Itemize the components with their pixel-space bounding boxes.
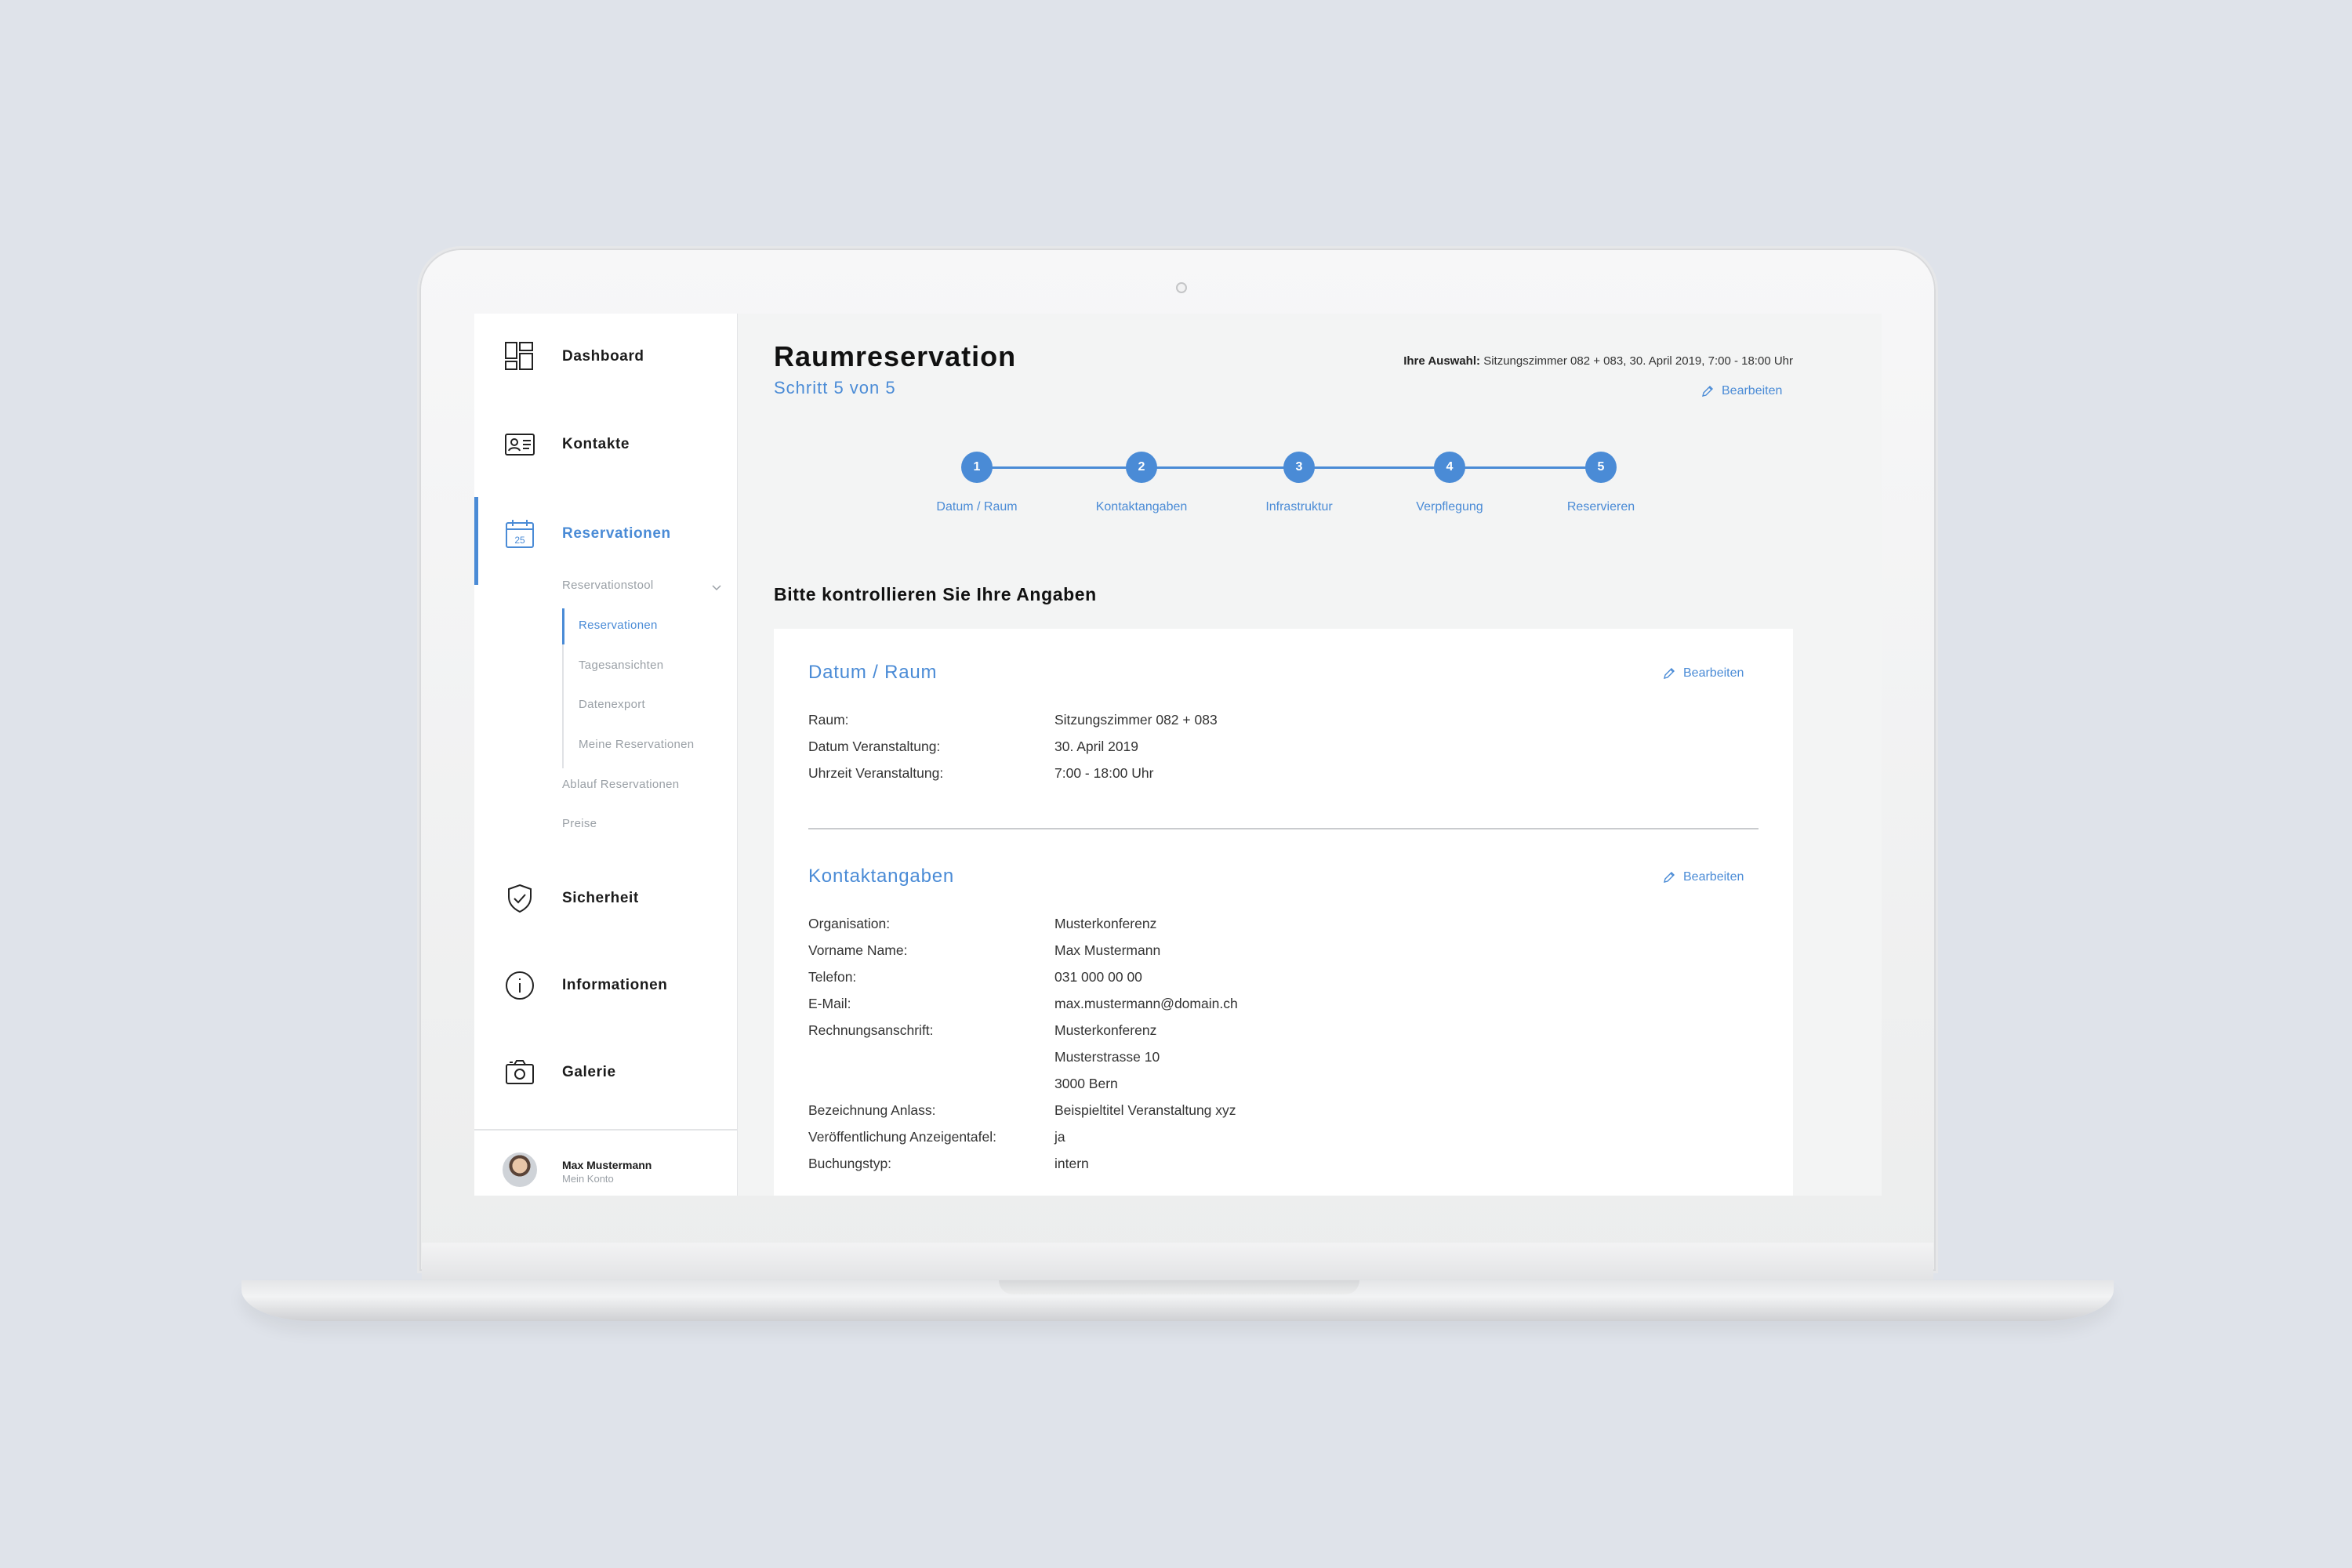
field-value: 031 000 00 00 [1054,969,1142,985]
sidebar-item-label: Galerie [562,1064,616,1080]
field-label: Raum: [808,712,849,728]
submenu-item-datenexport[interactable]: Datenexport [579,698,645,711]
step-2-label[interactable]: Kontaktangaben [1063,500,1220,514]
submenu-active-indicator [562,608,564,644]
section-title-datum-raum: Datum / Raum [808,662,938,683]
field-label: Rechnungsanschrift: [808,1022,934,1038]
field-label: Veröffentlichung Anzeigentafel: [808,1129,997,1145]
user-account-link[interactable]: Mein Konto [562,1173,614,1185]
field-value: 7:00 - 18:00 Uhr [1054,765,1154,781]
pencil-icon [1702,386,1713,397]
sidebar-item-label: Sicherheit [562,890,639,906]
shield-icon [508,884,532,913]
sidebar-item-label: Reservationen [562,525,671,542]
laptop-base [241,1280,2114,1321]
field-value: ja [1054,1129,1065,1145]
submenu-item-ablauf-reservationen[interactable]: Ablauf Reservationen [562,778,679,791]
app-screen: Dashboard Kontakte 25 Reservationen Rese… [474,314,1882,1196]
submenu-item-reservationen[interactable]: Reservationen [579,619,658,632]
field-label: Datum Veranstaltung: [808,739,941,754]
field-value: Max Mustermann [1054,942,1161,958]
laptop-notch [999,1280,1359,1294]
review-card: Datum / Raum Bearbeiten Raum: Sitzungszi… [774,629,1793,1196]
step-5-dot[interactable]: 5 [1585,452,1617,483]
field-value: Musterkonferenz [1054,1022,1157,1038]
sidebar-item-label: Informationen [562,977,668,993]
user-name: Max Mustermann [562,1159,652,1171]
edit-label: Bearbeiten [1683,870,1744,884]
field-value: Beispieltitel Veranstaltung xyz [1054,1102,1236,1118]
edit-datum-raum-link[interactable]: Bearbeiten [1663,666,1744,681]
field-label: Telefon: [808,969,857,985]
sidebar-item-sicherheit[interactable]: Sicherheit [474,871,738,926]
field-label: Bezeichnung Anlass: [808,1102,936,1118]
edit-selection-link[interactable]: Bearbeiten [1701,384,1782,398]
edit-label: Bearbeiten [1722,384,1783,397]
pencil-icon [1664,668,1675,679]
camera-icon [1176,282,1187,293]
step-5-label[interactable]: Reservieren [1523,500,1679,514]
step-1-dot[interactable]: 1 [961,452,993,483]
submenu-item-preise[interactable]: Preise [562,817,597,830]
step-3-dot[interactable]: 3 [1283,452,1315,483]
step-2-dot[interactable]: 2 [1126,452,1157,483]
field-label: Uhrzeit Veranstaltung: [808,765,944,781]
avatar[interactable] [503,1152,537,1187]
contact-card-icon [505,434,535,456]
sidebar-item-galerie[interactable]: Galerie [474,1045,738,1100]
field-value: 3000 Bern [1054,1076,1118,1091]
submenu-item-meine-reservationen[interactable]: Meine Reservationen [579,738,694,751]
sidebar-item-kontakte[interactable]: Kontakte [474,417,738,472]
edit-label: Bearbeiten [1683,666,1744,680]
dashboard-icon [505,342,533,370]
submenu-group-reservationstool[interactable]: Reservationstool [562,579,654,592]
field-label: Buchungstyp: [808,1156,892,1171]
sidebar: Dashboard Kontakte 25 Reservationen Rese… [474,314,738,1196]
calendar-icon: 25 [506,520,534,548]
step-indicator: Schritt 5 von 5 [774,378,896,397]
sidebar-item-label: Dashboard [562,348,644,365]
edit-kontaktangaben-link[interactable]: Bearbeiten [1663,870,1744,884]
selection-label: Ihre Auswahl: [1403,354,1481,368]
field-label: Organisation: [808,916,891,931]
section-title-kontaktangaben: Kontaktangaben [808,866,955,887]
selection-summary: Ihre Auswahl: Sitzungszimmer 082 + 083, … [1403,354,1793,368]
laptop-chin [422,1243,1933,1280]
field-value: max.mustermann@domain.ch [1054,996,1238,1011]
field-value: intern [1054,1156,1089,1171]
camera-icon [506,1060,534,1084]
sidebar-item-reservationen[interactable]: 25 Reservationen [474,497,738,585]
page-title: Raumreservation [774,340,1017,372]
review-heading: Bitte kontrollieren Sie Ihre Angaben [774,584,1097,604]
user-account[interactable]: Max Mustermann Mein Konto [474,1129,738,1196]
chevron-down-icon[interactable] [711,582,722,593]
pencil-icon [1664,872,1675,883]
step-4-dot[interactable]: 4 [1434,452,1465,483]
field-label: E-Mail: [808,996,851,1011]
field-label: Vorname Name: [808,942,908,958]
calendar-icon-text: 25 [514,535,525,546]
section-divider [808,828,1759,829]
submenu-item-tagesansichten[interactable]: Tagesansichten [579,659,663,672]
field-value: Sitzungszimmer 082 + 083 [1054,712,1218,728]
info-icon [506,971,534,1000]
sidebar-item-dashboard[interactable]: Dashboard [474,329,738,384]
step-1-label[interactable]: Datum / Raum [898,500,1055,514]
sidebar-item-informationen[interactable]: Informationen [474,958,738,1013]
step-4-label[interactable]: Verpflegung [1371,500,1528,514]
field-value: Musterstrasse 10 [1054,1049,1160,1065]
sidebar-item-label: Kontakte [562,436,630,452]
selection-value: Sitzungszimmer 082 + 083, 30. April 2019… [1483,354,1793,368]
step-3-label[interactable]: Infrastruktur [1221,500,1377,514]
field-value: Musterkonferenz [1054,916,1157,931]
field-value: 30. April 2019 [1054,739,1139,754]
